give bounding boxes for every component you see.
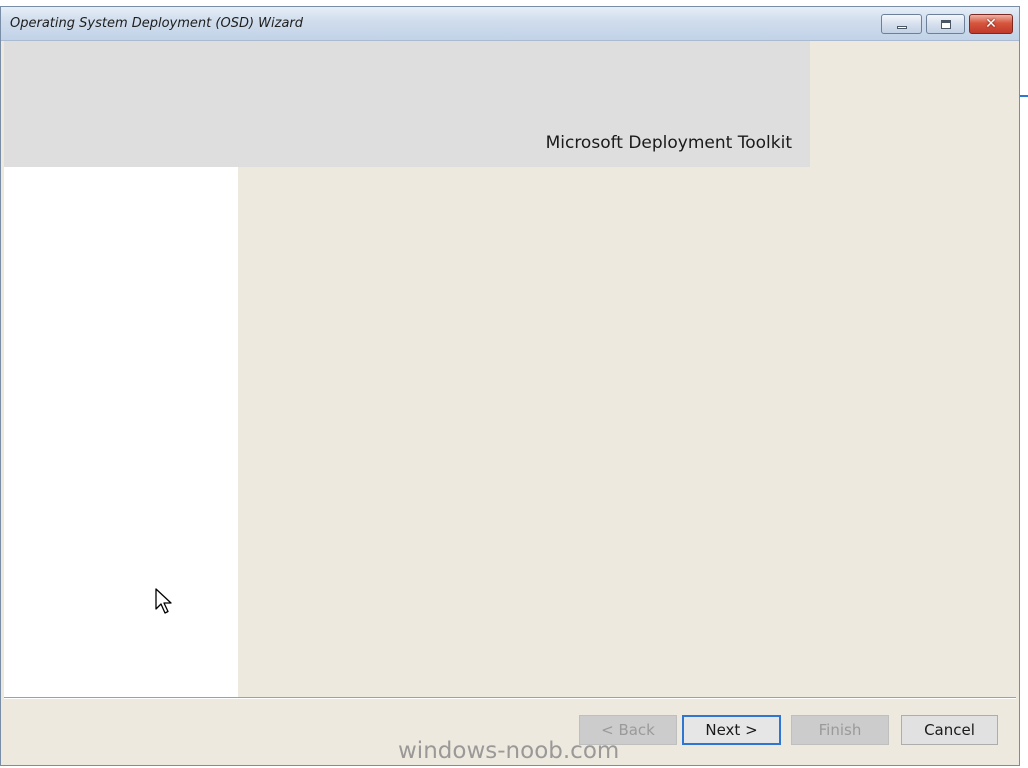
wizard-step-pane [4, 167, 238, 697]
watermark-text: windows-noob.com [398, 738, 620, 764]
maximize-icon [941, 20, 951, 29]
wizard-banner: Microsoft Deployment Toolkit [4, 41, 810, 167]
banner-product-name: Microsoft Deployment Toolkit [545, 133, 792, 153]
close-button[interactable]: ✕ [969, 14, 1013, 34]
finish-button[interactable]: Finish [791, 715, 889, 745]
next-button[interactable]: Next > [682, 715, 781, 745]
wizard-content-pane [238, 167, 1019, 697]
wizard-window: Operating System Deployment (OSD) Wizard… [0, 6, 1020, 766]
maximize-button[interactable] [926, 14, 965, 34]
minimize-button[interactable] [881, 14, 922, 34]
minimize-icon [897, 26, 907, 29]
mouse-pointer-icon [155, 588, 172, 614]
cancel-button[interactable]: Cancel [901, 715, 998, 745]
title-bar[interactable]: Operating System Deployment (OSD) Wizard… [1, 7, 1019, 41]
footer-separator [4, 697, 1016, 699]
background-edge-line [1020, 95, 1028, 97]
window-title: Operating System Deployment (OSD) Wizard [10, 16, 304, 31]
close-icon: ✕ [985, 16, 997, 32]
